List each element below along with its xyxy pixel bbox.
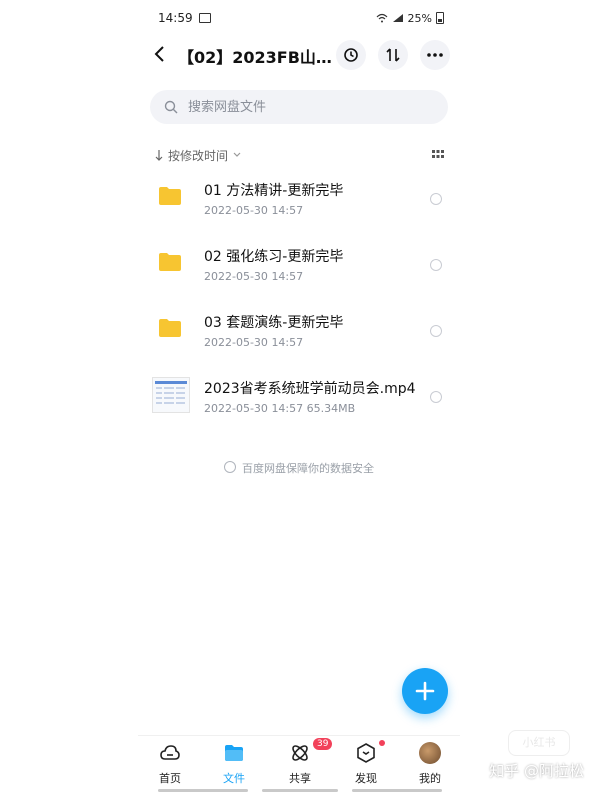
nav-bar-indicator xyxy=(158,789,248,792)
header: 【02】2023FB山… xyxy=(138,40,460,70)
status-time: 14:59 xyxy=(158,11,193,25)
file-time: 14:57 xyxy=(271,270,304,283)
zhihu-watermark: 知乎 @阿拉松 xyxy=(489,762,584,780)
notification-dot xyxy=(379,740,385,746)
file-date: 2022-05-30 xyxy=(204,270,268,283)
signal-icon xyxy=(392,14,403,22)
file-date: 2022-05-30 xyxy=(204,336,268,349)
file-list: 01 方法精讲-更新完毕 2022-05-30 14:57 02 强化练习-更新… xyxy=(138,170,460,434)
file-date: 2022-05-30 xyxy=(204,204,268,217)
share-badge: 39 xyxy=(313,738,333,750)
phone-screen: 14:59 25% 【02】2023FB山… 按修改时间 xyxy=(138,0,460,800)
wifi-icon xyxy=(376,13,387,23)
folder-icon xyxy=(159,319,181,337)
sort-order-button[interactable] xyxy=(378,40,408,70)
clock-icon xyxy=(344,48,358,62)
list-item[interactable]: 03 套题演练-更新完毕 2022-05-30 14:57 xyxy=(138,302,460,368)
file-name: 2023省考系统班学前动员会.mp4 xyxy=(204,381,416,397)
file-name: 03 套题演练-更新完毕 xyxy=(204,315,344,331)
video-thumbnail xyxy=(152,377,190,413)
search-input[interactable] xyxy=(186,98,420,116)
list-item[interactable]: 2023省考系统班学前动员会.mp4 2022-05-30 14:57 65.3… xyxy=(138,368,460,434)
folder-tab-icon xyxy=(225,745,243,761)
file-name: 02 强化练习-更新完毕 xyxy=(204,249,344,265)
select-radio[interactable] xyxy=(430,193,442,205)
status-right: 25% xyxy=(376,12,444,25)
file-size: 65.34MB xyxy=(306,402,356,415)
xiaohongshu-watermark: 小红书 xyxy=(508,730,570,756)
sort-row: 按修改时间 xyxy=(154,146,444,164)
grid-view-icon[interactable] xyxy=(432,150,444,160)
history-button[interactable] xyxy=(336,40,366,70)
cloud-icon xyxy=(160,745,180,760)
sort-label[interactable]: 按修改时间 xyxy=(168,147,228,164)
thumbnail-content-icon xyxy=(155,381,187,404)
select-radio[interactable] xyxy=(430,391,442,403)
more-button[interactable] xyxy=(420,40,450,70)
discover-icon xyxy=(357,743,375,763)
tab-label: 发现 xyxy=(355,772,377,785)
search-icon xyxy=(164,100,178,114)
search-bar[interactable] xyxy=(150,90,448,124)
file-date: 2022-05-30 xyxy=(204,402,268,415)
nav-bar-indicator xyxy=(262,789,338,792)
file-time: 14:57 xyxy=(271,204,304,217)
folder-icon xyxy=(159,253,181,271)
tab-label: 共享 xyxy=(289,772,311,785)
sort-down-arrow-icon xyxy=(155,150,163,161)
tab-label: 文件 xyxy=(223,772,245,785)
tab-me[interactable]: 我的 xyxy=(402,742,458,786)
status-bar: 14:59 25% xyxy=(158,8,444,28)
security-note: 百度网盘保障你的数据安全 xyxy=(138,460,460,476)
file-meta: 2022-05-30 14:57 xyxy=(204,270,303,283)
select-radio[interactable] xyxy=(430,259,442,271)
file-time: 14:57 xyxy=(271,336,304,349)
avatar xyxy=(419,742,441,764)
gallery-icon xyxy=(198,13,211,23)
more-icon xyxy=(427,53,443,57)
security-text: 百度网盘保障你的数据安全 xyxy=(242,462,374,475)
sort-arrows-icon xyxy=(386,48,400,62)
shield-icon xyxy=(224,461,236,473)
page-title: 【02】2023FB山… xyxy=(178,48,332,67)
tab-share[interactable]: 39 共享 xyxy=(272,738,333,786)
select-radio[interactable] xyxy=(430,325,442,337)
battery-icon xyxy=(436,12,444,24)
tab-label: 首页 xyxy=(159,772,181,785)
share-icon xyxy=(292,745,308,761)
tab-discover[interactable]: 发现 xyxy=(338,740,394,786)
chevron-down-icon[interactable] xyxy=(232,151,242,159)
bottom-tab-bar: 首页 文件 39 共享 发现 我的 xyxy=(138,735,460,796)
back-icon[interactable] xyxy=(150,44,170,64)
add-button[interactable] xyxy=(402,668,448,714)
list-item[interactable]: 02 强化练习-更新完毕 2022-05-30 14:57 xyxy=(138,236,460,302)
file-meta: 2022-05-30 14:57 xyxy=(204,336,303,349)
list-item[interactable]: 01 方法精讲-更新完毕 2022-05-30 14:57 xyxy=(138,170,460,236)
battery-text: 25% xyxy=(407,11,432,25)
tab-label: 我的 xyxy=(419,772,441,785)
nav-bar-indicator xyxy=(352,789,442,792)
folder-icon xyxy=(159,187,181,205)
file-meta: 2022-05-30 14:57 xyxy=(204,204,303,217)
file-time: 14:57 xyxy=(271,402,304,415)
tab-files[interactable]: 文件 xyxy=(206,742,262,786)
tab-home[interactable]: 首页 xyxy=(142,742,198,786)
file-meta: 2022-05-30 14:57 65.34MB xyxy=(204,402,355,415)
plus-icon xyxy=(415,681,435,701)
file-name: 01 方法精讲-更新完毕 xyxy=(204,183,344,199)
